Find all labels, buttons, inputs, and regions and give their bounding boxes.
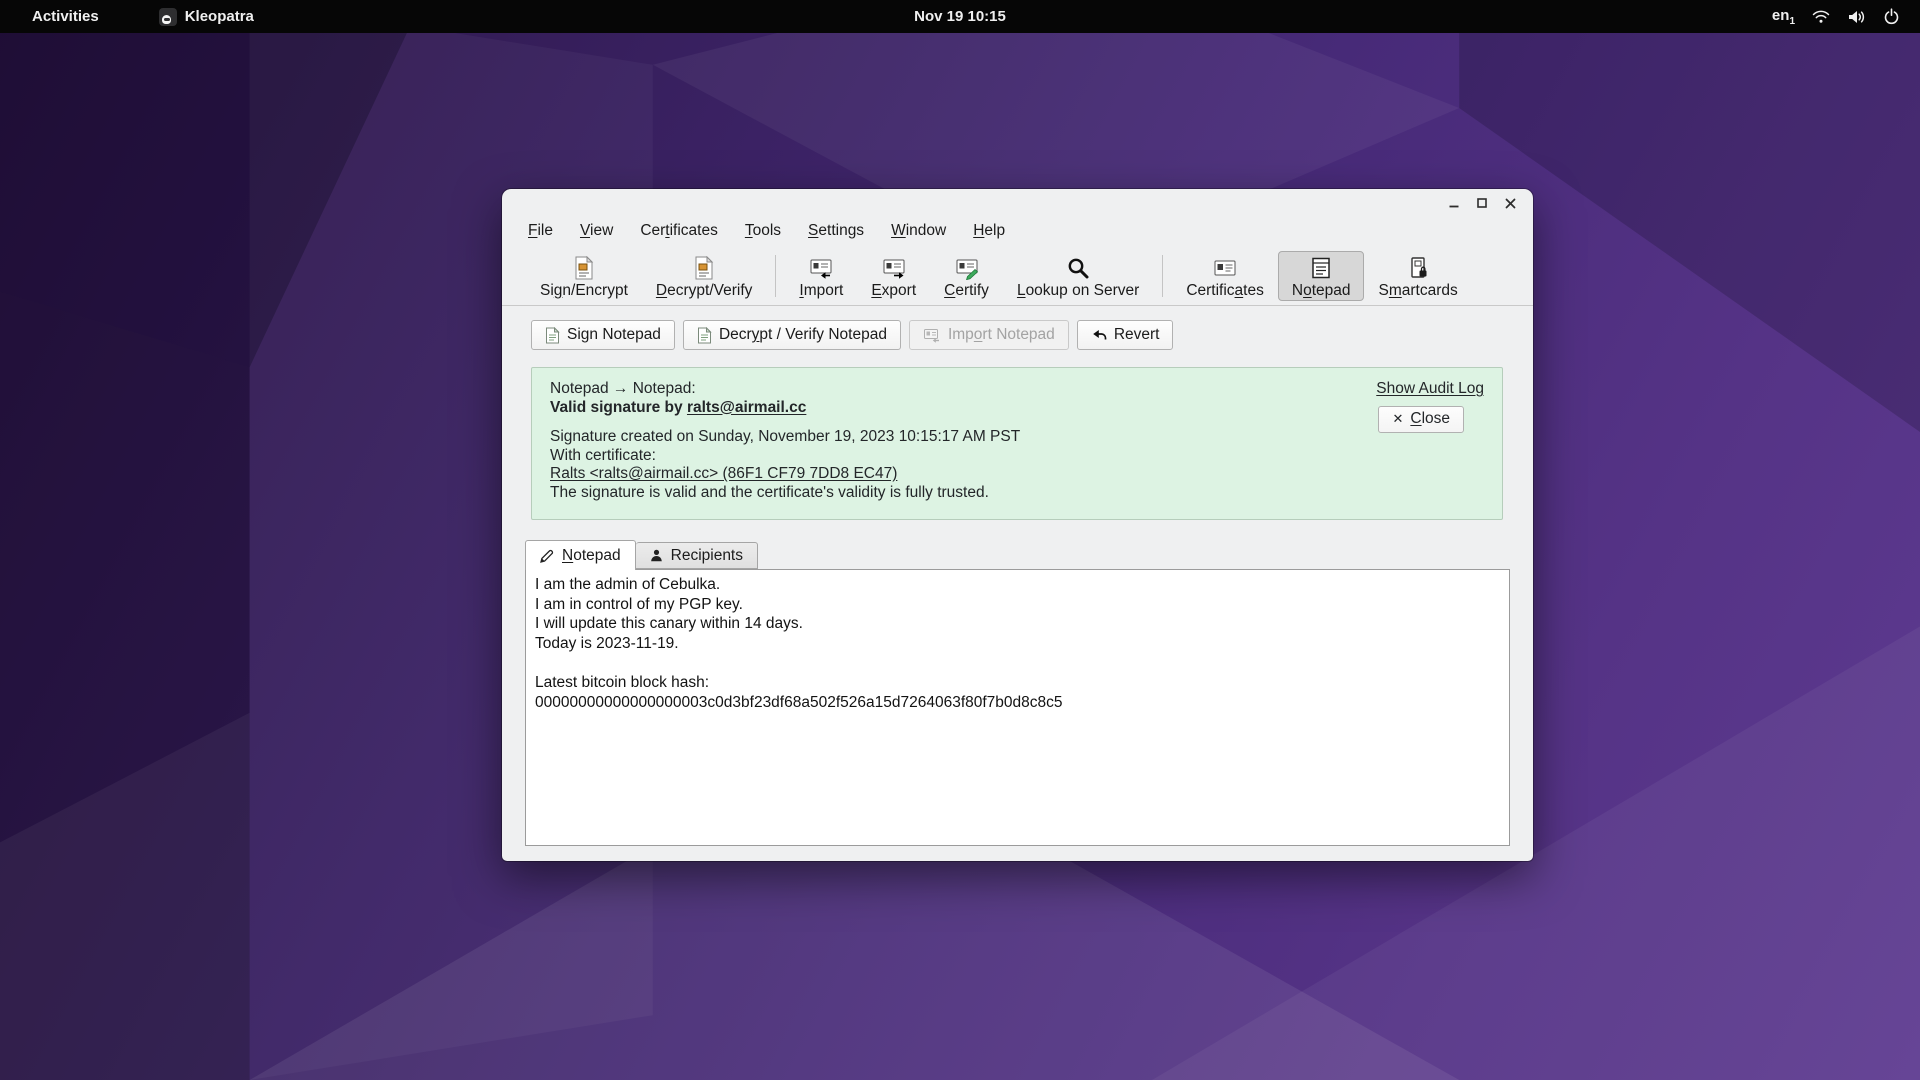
button-label: Sign Notepad [567,326,661,343]
toolbar-label: Lookup on Server [1016,282,1140,299]
toolbar-smartcards[interactable]: Smartcards [1364,251,1471,301]
sign-encrypt-document-icon [573,255,595,281]
activities-button[interactable]: Activities [24,5,107,28]
menu-window[interactable]: Window [891,222,946,240]
decrypt-verify-notepad-button[interactable]: Decrypt / Verify Notepad [682,320,901,350]
menu-help[interactable]: Help [973,222,1005,240]
tab-label: Recipients [670,546,743,564]
minimize-button[interactable] [1443,194,1465,212]
decrypt-verify-notepad-icon [697,326,712,344]
menu-settings[interactable]: Settings [808,222,864,240]
toolbar-sign-encrypt[interactable]: Sign/Encrypt [526,251,642,301]
kleopatra-app-icon [158,7,177,26]
notepad-tab-bar: Notepad Recipients [525,539,1533,570]
toolbar-notepad[interactable]: Notepad [1277,251,1365,301]
clock-button[interactable]: Nov 19 10:15 [914,8,1006,25]
certify-icon [954,255,980,281]
button-label: Import Notepad [947,326,1055,343]
maximize-button[interactable] [1471,194,1493,212]
with-certificate-line: With certificate: [550,446,656,464]
toolbar-import[interactable]: Import [785,251,857,301]
toolbar-label: Certify [944,282,989,299]
toolbar-label: Notepad [1291,282,1351,299]
person-icon [650,549,663,562]
tab-label: Notepad [562,546,621,564]
validity-line: The signature is valid and the certifica… [550,483,989,501]
button-label: Close [1410,409,1450,427]
status-line: Valid signature by ralts@airmail.cc [550,398,807,416]
signer-link[interactable]: ralts@airmail.cc [687,399,806,416]
menu-file[interactable]: File [528,222,553,240]
import-certificate-icon [808,255,834,281]
created-line: Signature created on Sunday, November 19… [550,428,1021,445]
pencil-icon [540,549,554,563]
focused-app-name: Kleopatra [184,8,254,25]
toolbar-label: Sign/Encrypt [540,282,628,299]
tab-recipients[interactable]: Recipients [635,542,758,569]
toolbar-label: Decrypt/Verify [655,282,753,299]
toolbar-certify[interactable]: Certify [930,251,1003,301]
show-audit-log-link[interactable]: Show Audit Log [1376,380,1484,399]
notepad-text-editor[interactable]: I am the admin of Cebulka. I am in contr… [526,570,1509,717]
button-label: Decrypt / Verify Notepad [718,326,887,343]
decrypt-verify-document-icon [693,255,715,281]
notepad-action-bar: Sign Notepad Decrypt / Verify Notepad Im… [531,320,1533,350]
notepad-icon [1309,255,1333,281]
toolbar-label: Certificates [1186,282,1264,299]
smartcard-icon [1407,255,1429,281]
toolbar-certificates[interactable]: Certificates [1172,251,1278,301]
search-icon [1066,255,1090,281]
system-status-area[interactable]: en1 [1772,7,1900,27]
wifi-icon[interactable] [1812,9,1830,25]
toolbar-export[interactable]: Export [857,251,930,301]
close-x-icon: ✕ [1392,410,1404,426]
revert-button[interactable]: Revert [1076,320,1174,350]
toolbar-label: Export [871,282,917,299]
certificate-link[interactable]: Ralts <ralts@airmail.cc> (86F1 CF79 7DD8… [550,465,897,482]
menu-bar: File View Certificates Tools Settings Wi… [502,215,1533,246]
import-notepad-icon [923,327,941,343]
close-window-button[interactable] [1499,194,1521,212]
button-label: Revert [1113,326,1160,343]
toolbar-decrypt-verify[interactable]: Decrypt/Verify [642,251,766,301]
gnome-top-bar: Activities Kleopatra Nov 19 10:15 en1 [0,0,1920,33]
sign-notepad-icon [545,326,560,344]
menu-tools[interactable]: Tools [745,222,781,240]
operation-line: Notepad → Notepad: [550,380,696,397]
toolbar-label: Smartcards [1378,282,1458,299]
toolbar-separator [775,255,777,297]
toolbar-lookup-on-server[interactable]: Lookup on Server [1003,251,1153,301]
kleopatra-window: File View Certificates Tools Settings Wi… [502,189,1533,861]
power-icon[interactable] [1883,8,1900,25]
toolbar-label: Import [799,282,844,299]
toolbar-separator [1162,255,1164,297]
sign-notepad-button[interactable]: Sign Notepad [531,320,675,350]
keyboard-layout-indicator[interactable]: en1 [1772,7,1795,27]
menu-certificates[interactable]: Certificates [640,222,718,240]
signature-result-banner: Notepad → Notepad: Valid signature by ra… [531,367,1503,520]
revert-undo-icon [1091,328,1107,342]
focused-app-menu[interactable]: Kleopatra [158,7,254,26]
window-titlebar[interactable] [502,189,1533,215]
menu-view[interactable]: View [580,222,613,240]
import-notepad-button[interactable]: Import Notepad [908,320,1069,350]
main-toolbar: Sign/Encrypt Decrypt/Verify Import Expor… [502,246,1533,306]
volume-icon[interactable] [1847,9,1866,25]
close-banner-button[interactable]: ✕ Close [1378,405,1464,433]
certificates-icon [1212,255,1238,281]
export-certificate-icon [881,255,907,281]
tab-notepad[interactable]: Notepad [525,540,636,570]
notepad-editor-frame: I am the admin of Cebulka. I am in contr… [525,569,1510,846]
signature-result-text: Notepad → Notepad: Valid signature by ra… [550,380,1020,507]
